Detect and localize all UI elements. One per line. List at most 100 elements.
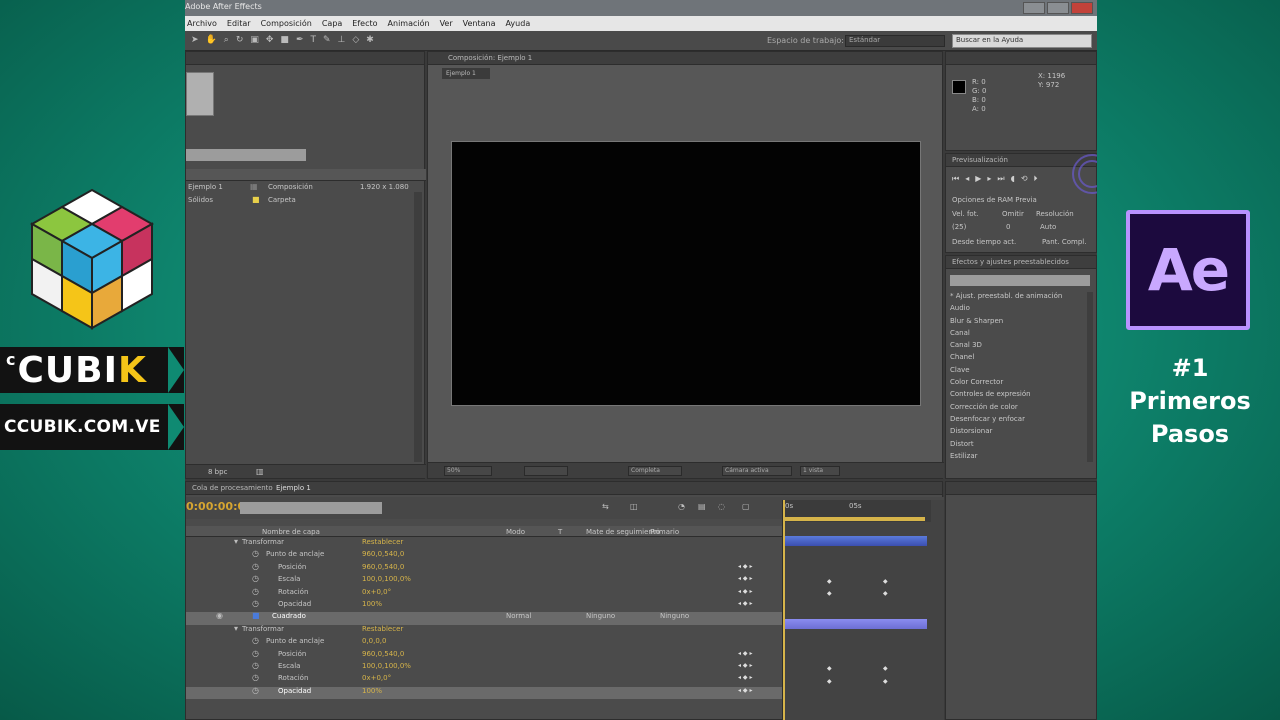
property-row-selected[interactable]: ◷ Opacidad 100% ◂ ◆ ▸ xyxy=(186,686,782,700)
property-row[interactable]: ◷ Punto de anclaje 0,0,0,0 xyxy=(186,637,782,649)
timeline-comp-tab[interactable]: Ejemplo 1 xyxy=(276,484,311,492)
stopwatch-icon[interactable]: ◷ xyxy=(252,550,259,558)
hand-tool-icon[interactable]: ✋ xyxy=(206,35,217,45)
pen-tool-icon[interactable]: ✒ xyxy=(296,35,304,45)
keyframe-icon[interactable]: ◆ xyxy=(883,590,888,597)
keyframe-icon[interactable]: ◆ xyxy=(827,678,832,685)
audio-icon[interactable]: ◖ xyxy=(1011,174,1015,184)
property-row[interactable]: ◷ Escala 100,0,100,0% ◂ ◆ ▸ xyxy=(186,662,782,674)
property-row[interactable]: ◷ Posición 960,0,540,0 ◂ ◆ ▸ xyxy=(186,649,782,662)
effects-item[interactable]: Blur & Sharpen xyxy=(950,317,1062,329)
shy-layers-icon[interactable]: ◔ xyxy=(678,503,685,511)
property-row[interactable]: ◷ Escala 100,0,100,0% ◂ ◆ ▸ xyxy=(186,575,782,587)
property-value[interactable]: Restablecer xyxy=(362,538,403,546)
paragraph-panel-tab[interactable] xyxy=(946,482,1096,495)
help-search-input[interactable]: Buscar en la Ayuda xyxy=(952,34,1092,48)
play-icon[interactable]: ▶ xyxy=(975,174,981,184)
loop-icon[interactable]: ⟲ xyxy=(1021,174,1028,184)
full-screen-checkbox[interactable]: Pant. Compl. xyxy=(1042,238,1086,246)
menu-capa[interactable]: Capa xyxy=(322,19,342,28)
menu-ayuda[interactable]: Ayuda xyxy=(506,19,531,28)
composition-viewer[interactable] xyxy=(451,141,921,406)
work-area-bar[interactable] xyxy=(783,517,925,521)
property-row[interactable]: ▾ Transformar Restablecer xyxy=(186,538,782,550)
skip-select[interactable]: 0 xyxy=(1006,223,1010,231)
effects-item[interactable]: Canal xyxy=(950,329,1062,341)
trash-icon[interactable]: ▥ xyxy=(256,468,264,476)
effects-item[interactable]: Distorsionar xyxy=(950,427,1062,439)
layer-name[interactable]: Cuadrado xyxy=(272,612,306,620)
comp-time-display[interactable] xyxy=(524,466,568,476)
layer-bar-violet[interactable] xyxy=(785,619,927,629)
expand-triangle-icon[interactable]: ▾ xyxy=(234,538,238,546)
draft-3d-icon[interactable]: ◫ xyxy=(630,503,638,511)
keyframe-icon[interactable]: ◆ xyxy=(827,590,832,597)
menu-animacion[interactable]: Animación xyxy=(388,19,430,28)
shape-tool-icon[interactable]: ■ xyxy=(280,35,289,45)
composition-panel-tab[interactable]: Composición: Ejemplo 1 xyxy=(428,52,942,65)
property-row[interactable]: ◷ Punto de anclaje 960,0,540,0 xyxy=(186,550,782,562)
property-value[interactable]: 960,0,540,0 xyxy=(362,563,404,571)
keyframe-nav-icon[interactable]: ◂ ◆ ▸ xyxy=(738,650,752,657)
keyframe-nav-icon[interactable]: ◂ ◆ ▸ xyxy=(738,662,752,669)
from-current-checkbox[interactable]: Desde tiempo act. xyxy=(952,238,1016,246)
track-matte-select[interactable]: Ninguno xyxy=(586,612,615,620)
last-frame-icon[interactable]: ⏭ xyxy=(997,174,1004,184)
effects-item[interactable]: Corrección de color xyxy=(950,403,1062,415)
stopwatch-icon[interactable]: ◷ xyxy=(252,686,259,695)
effects-item[interactable]: Audio xyxy=(950,304,1062,316)
effects-item[interactable]: Chanel xyxy=(950,353,1062,365)
property-value[interactable]: 100,0,100,0% xyxy=(362,575,411,583)
eraser-tool-icon[interactable]: ◇ xyxy=(352,35,359,45)
property-value[interactable]: 960,0,540,0 xyxy=(362,550,404,558)
keyframe-icon[interactable]: ◆ xyxy=(827,578,832,585)
keyframe-icon[interactable]: ◆ xyxy=(883,665,888,672)
layer-row-selected[interactable]: ◉ ■ Cuadrado Normal Ninguno Ninguno xyxy=(186,612,782,625)
project-item-row[interactable]: Ejemplo 1 ▦ Composición 1.920 x 1.080 xyxy=(186,183,416,196)
timeline-track-area[interactable]: 0s 05s ◆ ◆ ◆ ◆ ◆ ◆ ◆ ◆ xyxy=(782,500,944,720)
first-frame-icon[interactable]: ⏮ xyxy=(952,174,959,184)
close-button[interactable] xyxy=(1071,2,1093,14)
effects-scrollbar[interactable] xyxy=(1087,292,1093,462)
keyframe-nav-icon[interactable]: ◂ ◆ ▸ xyxy=(738,600,752,607)
keyframe-nav-icon[interactable]: ◂ ◆ ▸ xyxy=(738,563,752,570)
blend-mode-select[interactable]: Normal xyxy=(506,612,531,620)
graph-editor-icon[interactable]: ▢ xyxy=(742,503,750,511)
property-row[interactable]: ◷ Opacidad 100% ◂ ◆ ▸ xyxy=(186,600,782,612)
label-color-icon[interactable]: ■ xyxy=(252,612,260,620)
menu-efecto[interactable]: Efecto xyxy=(352,19,377,28)
resolution-select[interactable]: Completa xyxy=(628,466,682,476)
keyframe-icon[interactable]: ◆ xyxy=(883,678,888,685)
stopwatch-icon[interactable]: ◷ xyxy=(252,649,259,658)
stamp-tool-icon[interactable]: ⊥ xyxy=(338,35,346,45)
frame-blending-icon[interactable]: ▤ xyxy=(698,503,706,511)
effects-item[interactable]: Clave xyxy=(950,366,1062,378)
effects-item[interactable]: Controles de expresión xyxy=(950,390,1062,402)
keyframe-nav-icon[interactable]: ◂ ◆ ▸ xyxy=(738,575,752,582)
stopwatch-icon[interactable]: ◷ xyxy=(252,600,259,608)
menu-archivo[interactable]: Archivo xyxy=(187,19,217,28)
bit-depth-button[interactable]: 8 bpc xyxy=(208,468,227,476)
menu-editar[interactable]: Editar xyxy=(227,19,251,28)
next-frame-icon[interactable]: ▸ xyxy=(987,174,991,184)
effects-item[interactable]: Color Corrector xyxy=(950,378,1062,390)
minimize-button[interactable] xyxy=(1023,2,1045,14)
stopwatch-icon[interactable]: ◷ xyxy=(252,674,259,682)
stopwatch-icon[interactable]: ◷ xyxy=(252,637,259,645)
camera-tool-icon[interactable]: ▣ xyxy=(250,35,259,45)
current-time-indicator[interactable] xyxy=(783,500,785,720)
workspace-select[interactable]: Estándar xyxy=(845,35,945,47)
puppet-tool-icon[interactable]: ✱ xyxy=(366,35,374,45)
menu-composicion[interactable]: Composición xyxy=(261,19,312,28)
zoom-select[interactable]: 50% xyxy=(444,466,492,476)
effects-item[interactable]: Canal 3D xyxy=(950,341,1062,353)
brush-tool-icon[interactable]: ✎ xyxy=(323,35,331,45)
property-row[interactable]: ▾ Transformar Restablecer xyxy=(186,624,782,637)
eye-icon[interactable]: ◉ xyxy=(216,612,223,620)
effects-panel-tab[interactable]: Efectos y ajustes preestablecidos xyxy=(946,256,1096,269)
project-scrollbar[interactable] xyxy=(414,192,422,462)
keyframe-icon[interactable]: ◆ xyxy=(827,665,832,672)
keyframe-nav-icon[interactable]: ◂ ◆ ▸ xyxy=(738,674,752,681)
timeline-search-input[interactable] xyxy=(240,502,382,514)
effects-item[interactable]: Estilizar xyxy=(950,452,1062,464)
